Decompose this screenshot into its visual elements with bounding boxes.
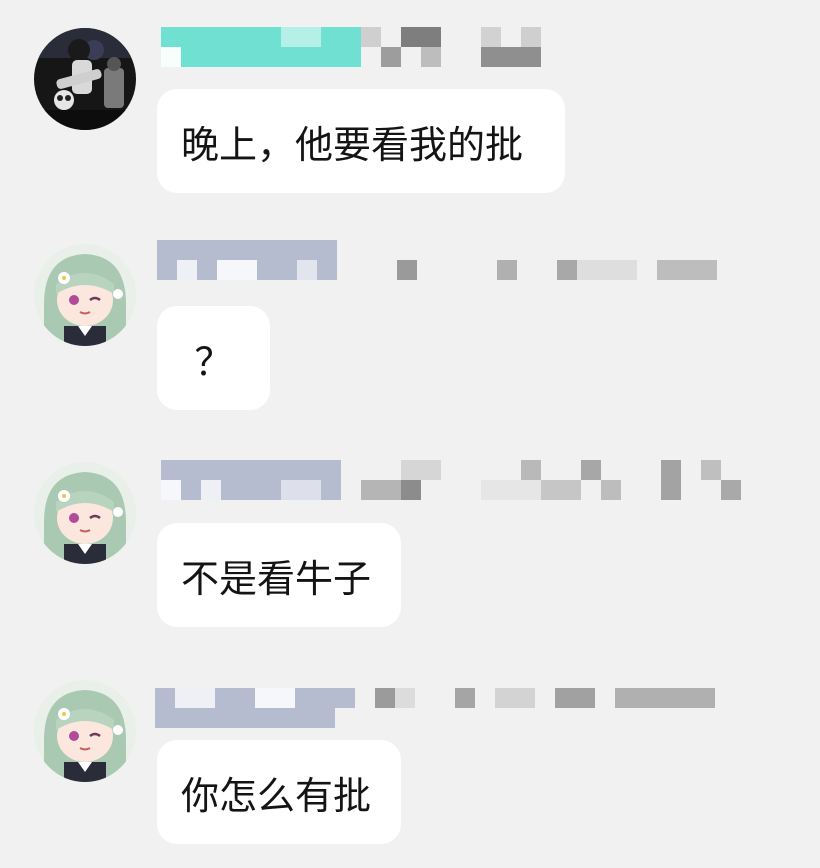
guitarist-photo-avatar[interactable] <box>34 28 136 130</box>
anime-girl-avatar[interactable] <box>34 244 136 346</box>
message-text: ？ <box>194 339 233 384</box>
message-text: 你怎么有批 <box>181 773 372 818</box>
message-text: 不是看牛子 <box>181 556 372 601</box>
message-text: 晚上，他要看我的批 <box>181 122 524 167</box>
sender-name-redacted <box>161 460 741 502</box>
message-bubble[interactable]: 你怎么有批 <box>157 740 401 844</box>
anime-girl-avatar[interactable] <box>34 680 136 782</box>
anime-girl-avatar[interactable] <box>34 462 136 564</box>
sender-name-redacted <box>155 688 720 730</box>
message-bubble[interactable]: 不是看牛子 <box>157 523 401 627</box>
message-bubble[interactable]: 晚上，他要看我的批 <box>157 89 565 193</box>
message-bubble[interactable]: ？ <box>157 306 270 410</box>
chat-message-list: 晚上，他要看我的批 ？ 不是看牛子 你怎么有批 <box>0 0 820 868</box>
sender-name-redacted <box>157 240 717 282</box>
sender-name-redacted <box>161 27 551 69</box>
